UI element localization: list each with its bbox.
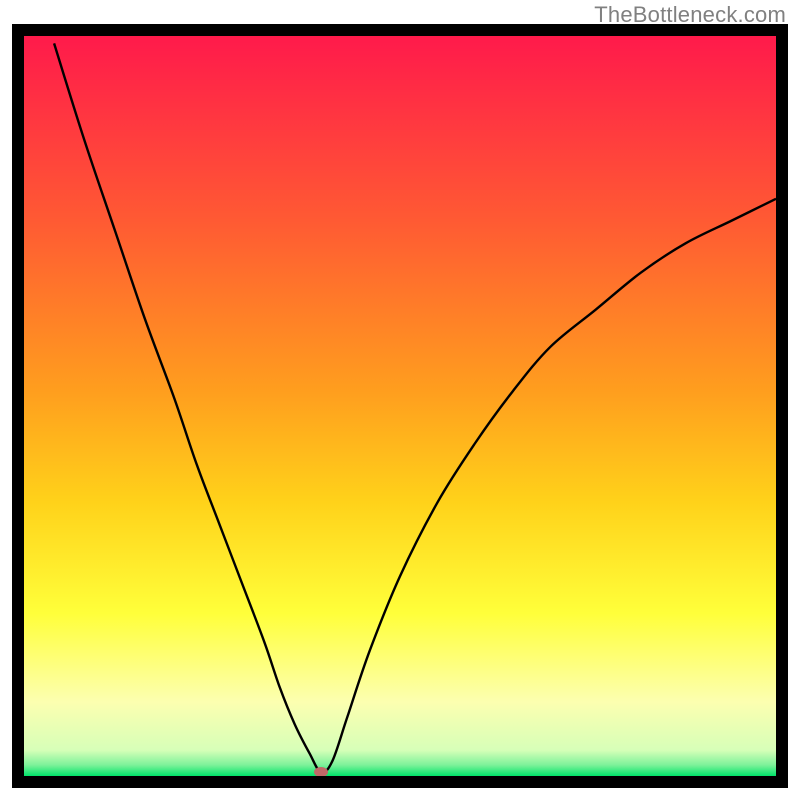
bottleneck-curve <box>24 36 776 776</box>
chart-frame <box>12 24 788 788</box>
minimum-marker <box>314 767 328 776</box>
plot-area <box>24 36 776 776</box>
watermark-text: TheBottleneck.com <box>594 2 786 28</box>
curve-path <box>54 43 776 772</box>
